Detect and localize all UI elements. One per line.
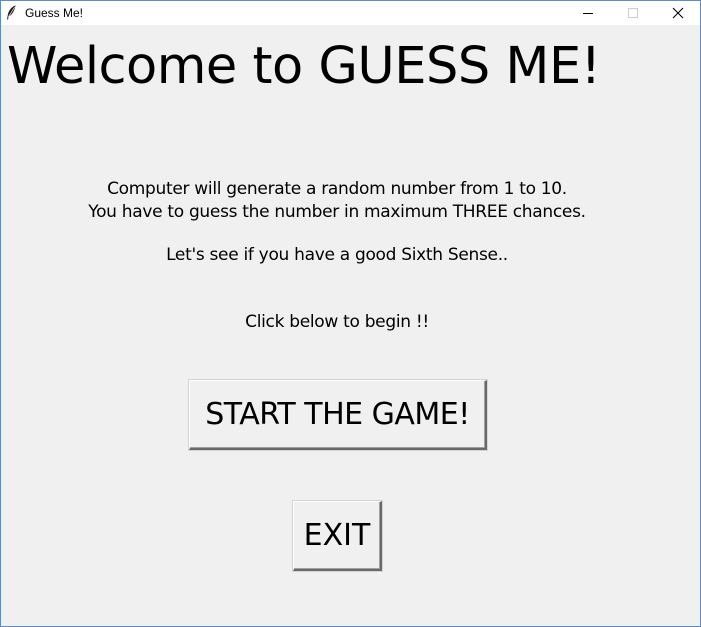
maximize-icon	[627, 8, 638, 18]
app-window: Guess Me! Welcome to GUESS ME! Computer …	[0, 0, 701, 627]
close-button[interactable]	[655, 1, 700, 25]
instruction-line: You have to guess the number in maximum …	[88, 202, 586, 222]
instruction-line: Let's see if you have a good Sixth Sense…	[166, 245, 508, 265]
minimize-button[interactable]	[565, 1, 610, 25]
feather-icon	[7, 5, 16, 20]
title-bar[interactable]: Guess Me!	[1, 1, 700, 25]
maximize-button[interactable]	[610, 1, 655, 25]
window-title: Guess Me!	[25, 6, 84, 20]
minimize-icon	[582, 13, 593, 14]
instruction-line: Computer will generate a random number f…	[107, 179, 567, 199]
exit-button[interactable]: EXIT	[293, 501, 382, 571]
close-icon	[672, 7, 683, 19]
welcome-heading: Welcome to GUESS ME!	[7, 37, 601, 96]
start-game-button[interactable]: START THE GAME!	[189, 380, 487, 450]
begin-prompt: Click below to begin !!	[245, 312, 429, 332]
main-content: Welcome to GUESS ME! Computer will gener…	[1, 25, 700, 626]
